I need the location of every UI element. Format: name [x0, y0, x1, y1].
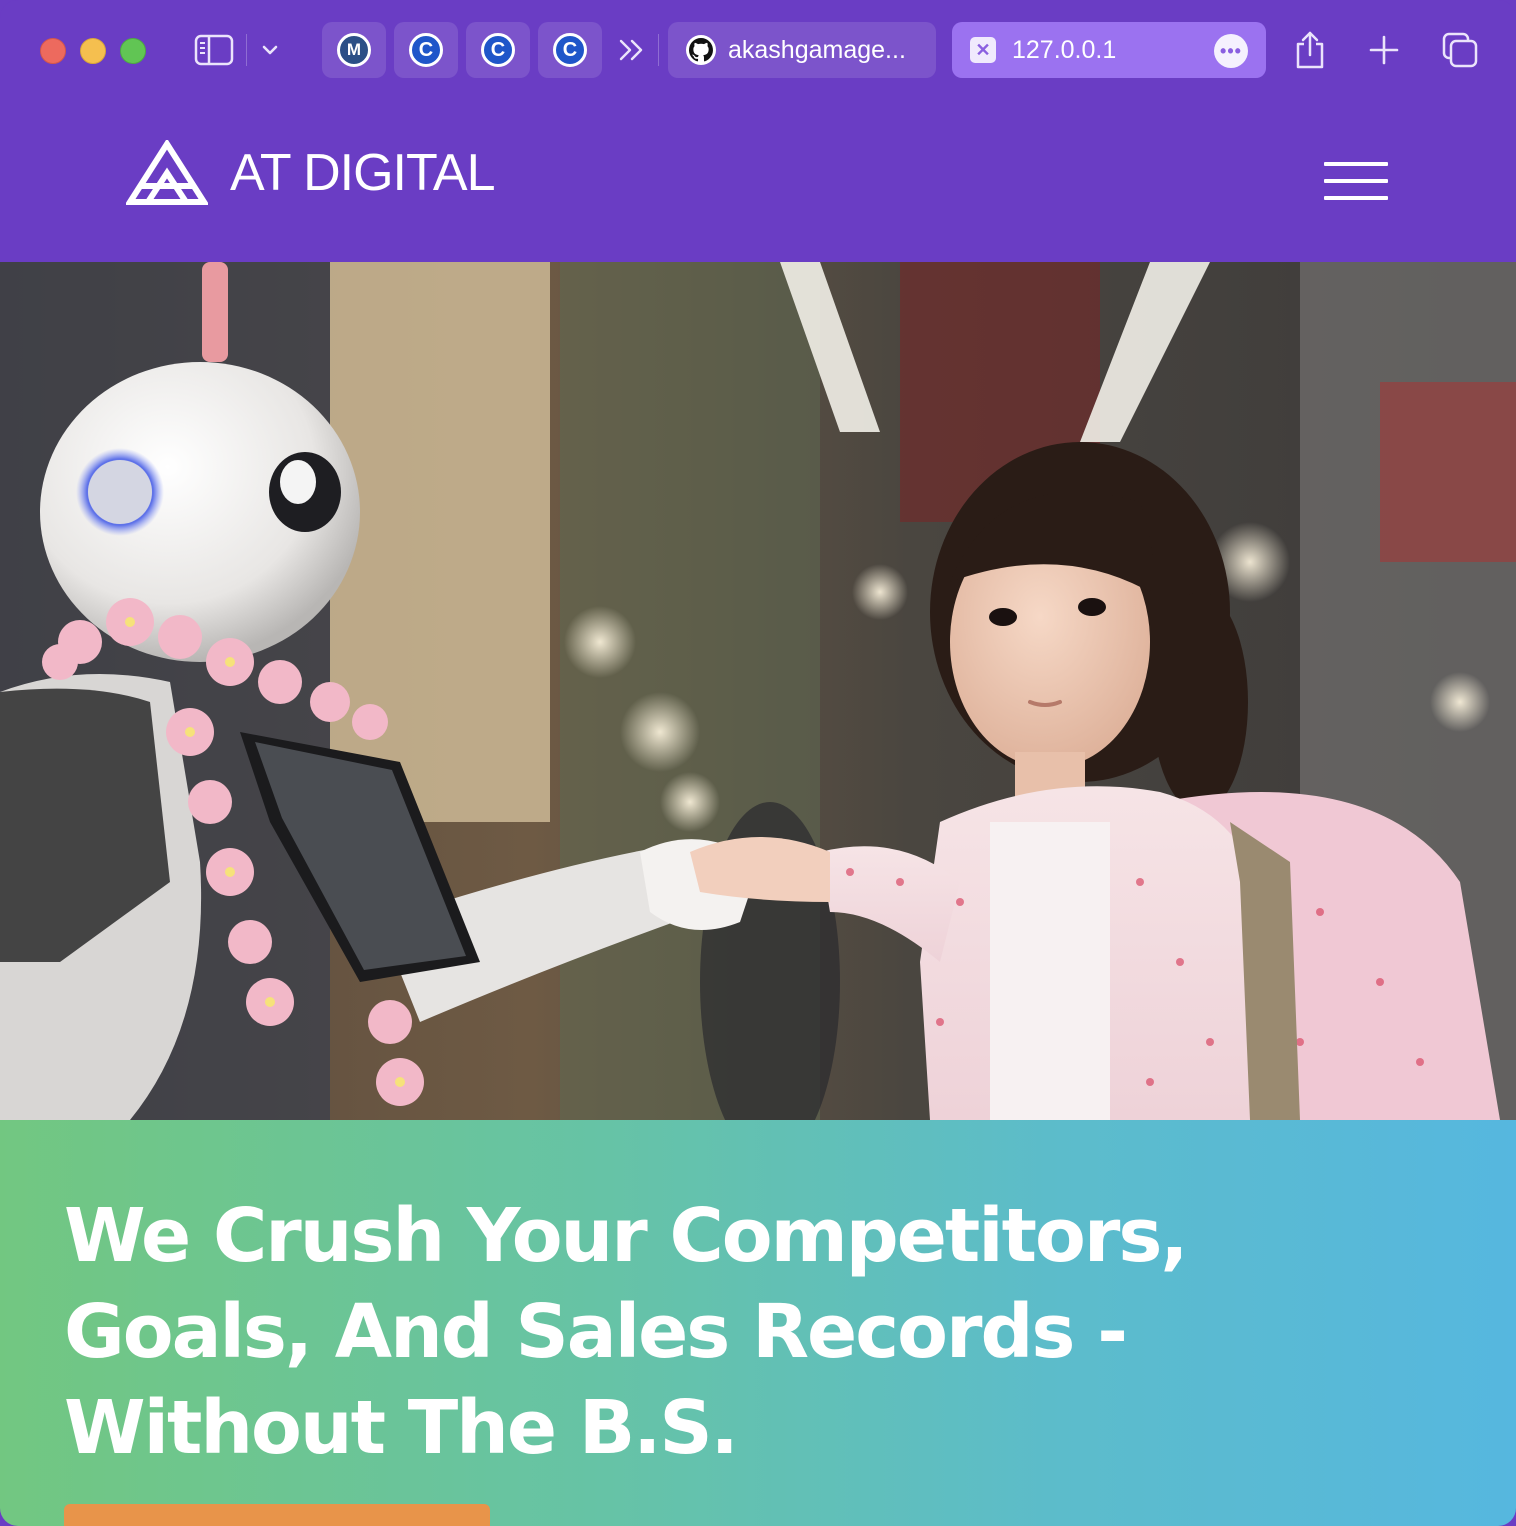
- hero-section: We Crush Your Competitors, Goals, And Sa…: [0, 1120, 1516, 1526]
- tab-title: akashgamage...: [728, 35, 906, 64]
- plus-icon: [1369, 35, 1399, 65]
- close-window-button[interactable]: [40, 38, 66, 64]
- hero-photo: [0, 262, 1516, 1120]
- minimize-window-button[interactable]: [80, 38, 106, 64]
- c-circle-icon: C: [553, 33, 587, 67]
- tab-overview-button[interactable]: [1436, 26, 1484, 74]
- pinned-tab-4[interactable]: C: [538, 22, 602, 78]
- browser-titlebar: M C C C akashgamage... ✕ 127.0.0.1 •••: [0, 0, 1516, 100]
- tab-group-menu-button[interactable]: [258, 36, 282, 64]
- pinned-tab-3[interactable]: C: [466, 22, 530, 78]
- sidebar-toggle-button[interactable]: [190, 28, 238, 72]
- share-button[interactable]: [1288, 26, 1332, 74]
- chevron-down-icon: [262, 45, 278, 55]
- logo-triangle-icon: [126, 140, 208, 205]
- tab-divider: [658, 34, 659, 66]
- pinned-tab-2[interactable]: C: [394, 22, 458, 78]
- hero-title: We Crush Your Competitors, Goals, And Sa…: [64, 1193, 1189, 1471]
- close-icon[interactable]: ✕: [970, 37, 996, 63]
- tab-overview-icon: [1442, 32, 1478, 68]
- c-circle-icon: C: [481, 33, 515, 67]
- site-logo[interactable]: AT DIGITAL: [126, 140, 495, 206]
- tab-github[interactable]: akashgamage...: [668, 22, 936, 78]
- github-icon: [686, 35, 716, 65]
- sidebar-icon: [194, 34, 234, 66]
- double-chevron-right-icon: [619, 39, 643, 61]
- tab-active-localhost[interactable]: ✕ 127.0.0.1 •••: [952, 22, 1266, 78]
- hero-image: [0, 262, 1516, 1120]
- more-tabs-button[interactable]: [612, 30, 652, 70]
- tab-title: 127.0.0.1: [1012, 35, 1117, 64]
- m-circle-icon: M: [337, 33, 371, 67]
- logo-text: AT DIGITAL: [230, 144, 495, 202]
- hero-cta-button[interactable]: [64, 1504, 490, 1526]
- site-header: AT DIGITAL: [0, 100, 1516, 262]
- toolbar-divider: [246, 34, 247, 66]
- hamburger-bar: [1324, 196, 1388, 200]
- more-options-icon[interactable]: •••: [1214, 34, 1248, 68]
- hamburger-menu-icon: [1324, 162, 1388, 166]
- pinned-tab-1[interactable]: M: [322, 22, 386, 78]
- c-circle-icon: C: [409, 33, 443, 67]
- hamburger-menu-button[interactable]: [1322, 160, 1390, 204]
- share-icon: [1296, 31, 1324, 69]
- hamburger-bar: [1324, 179, 1388, 183]
- browser-window: M C C C akashgamage... ✕ 127.0.0.1 ••• A…: [0, 0, 1516, 1526]
- new-tab-button[interactable]: [1362, 26, 1406, 74]
- zoom-window-button[interactable]: [120, 38, 146, 64]
